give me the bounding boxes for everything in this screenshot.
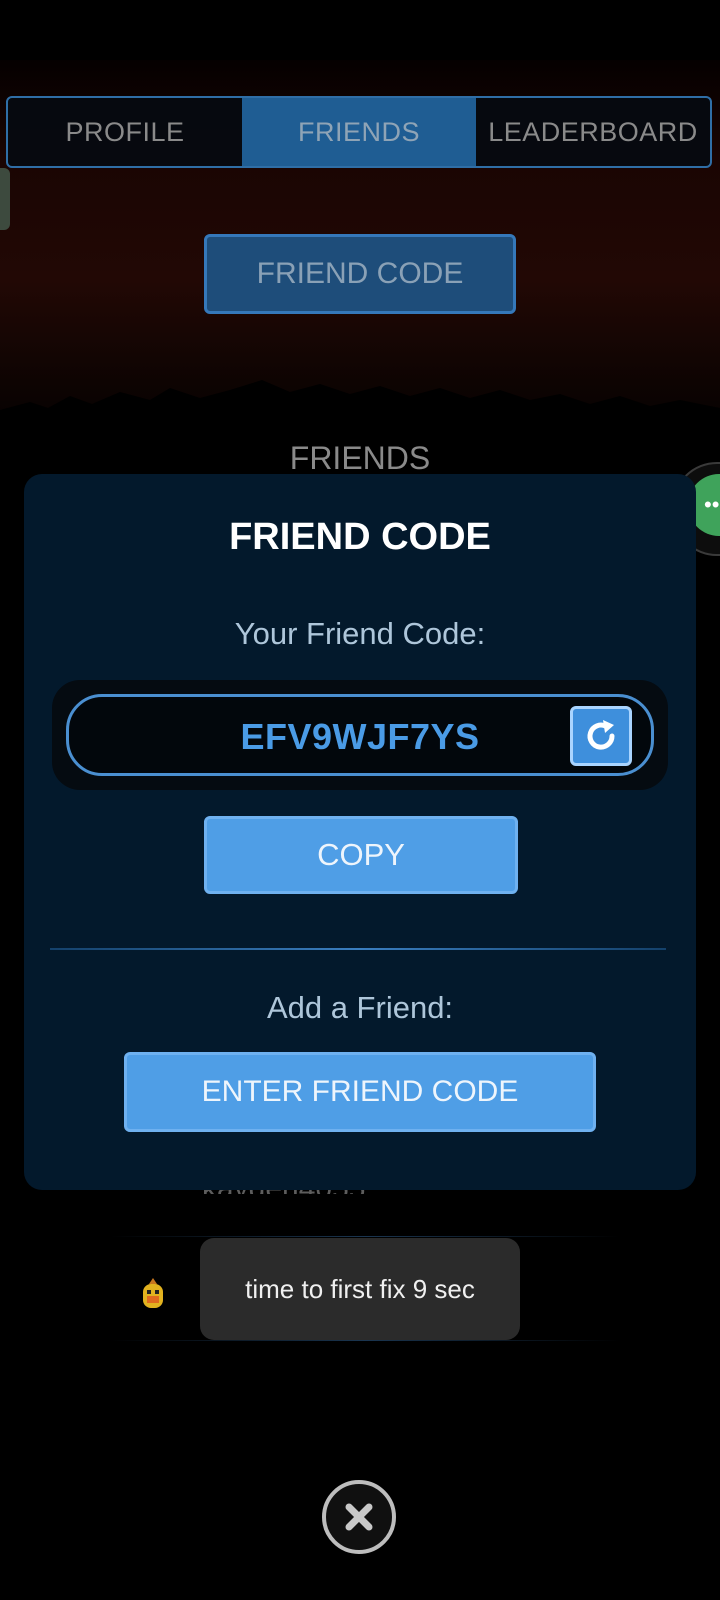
dialog-title: FRIEND CODE <box>229 516 491 558</box>
friends-heading: FRIENDS <box>289 440 431 476</box>
toast-message: time to first fix 9 sec <box>200 1238 520 1340</box>
close-icon <box>345 1503 373 1531</box>
enter-friend-code-button[interactable]: ENTER FRIEND CODE <box>124 1052 596 1132</box>
refresh-code-button[interactable] <box>570 706 632 766</box>
tab-profile[interactable]: PROFILE <box>8 98 242 166</box>
section-divider <box>50 948 666 950</box>
drawer-handle[interactable] <box>0 168 10 230</box>
friend-code-value: EFV9WJF7YS <box>240 716 480 757</box>
copy-button[interactable]: COPY <box>204 816 518 894</box>
list-divider <box>110 1340 620 1341</box>
tab-leaderboard[interactable]: LEADERBOARD <box>476 98 710 166</box>
close-button[interactable] <box>322 1480 396 1554</box>
your-code-label: Your Friend Code: <box>234 616 486 651</box>
tab-bar: PROFILE FRIENDS LEADERBOARD <box>6 96 712 168</box>
friend-code-button[interactable]: FRIEND CODE <box>204 234 516 314</box>
list-divider <box>110 1236 620 1237</box>
chick-icon <box>143 1278 163 1308</box>
tab-friends[interactable]: FRIENDS <box>242 98 476 166</box>
refresh-icon <box>587 720 615 750</box>
add-friend-label: Add a Friend: <box>266 990 454 1025</box>
game-screen: PROFILE FRIENDS LEADERBOARD FRIEND CODE … <box>0 0 720 1600</box>
